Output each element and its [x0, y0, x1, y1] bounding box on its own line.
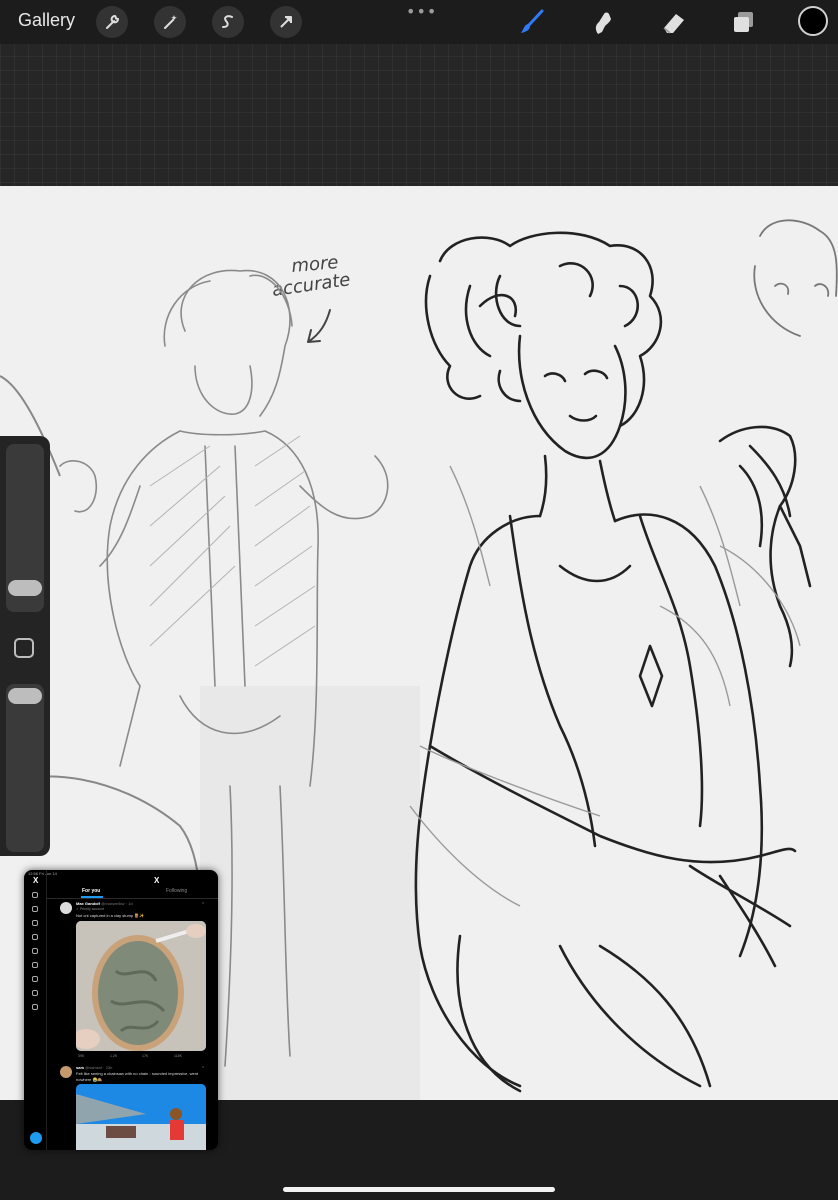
smudge-icon[interactable] [589, 8, 617, 36]
magic-wand-icon[interactable] [154, 6, 186, 38]
search-icon[interactable] [32, 906, 38, 912]
brush-icon[interactable] [518, 8, 546, 36]
bookmarks-icon[interactable] [32, 962, 38, 968]
picture-in-picture-window[interactable]: 12:56 Fri Jun 14 X X For you Following M… [24, 870, 218, 1150]
avatar[interactable] [60, 902, 72, 914]
opacity-slider[interactable] [6, 684, 44, 852]
reply-count[interactable]: 395 [78, 1054, 84, 1058]
lists-icon[interactable] [32, 976, 38, 982]
grok-icon[interactable] [32, 948, 38, 954]
post-more-icon[interactable]: × [202, 1064, 204, 1069]
post-actions: 395 1.2K 17K 118K [76, 1054, 206, 1060]
messages-icon[interactable] [32, 934, 38, 940]
x-logo-header-icon: X [154, 876, 160, 885]
post-author: sam @samsof · 23h [76, 1065, 113, 1070]
pip-nav-rail [24, 870, 47, 1150]
profile-icon[interactable] [32, 990, 38, 996]
repost-count[interactable]: 1.2K [110, 1054, 117, 1058]
view-count[interactable]: 118K [174, 1054, 182, 1058]
post-text-line1: Felt like seeing a chainsaw with no chai… [76, 1071, 199, 1076]
more-options-icon[interactable]: ••• [406, 2, 437, 21]
top-toolbar: Gallery ••• [0, 0, 838, 44]
transform-arrow-icon[interactable] [270, 6, 302, 38]
avatar[interactable] [60, 1066, 72, 1078]
post-text-line2: nowhere 😭🙈 [76, 1077, 103, 1082]
post-image[interactable] [76, 1084, 206, 1150]
post-image[interactable] [76, 921, 206, 1051]
notifications-icon[interactable] [32, 920, 38, 926]
eraser-icon[interactable] [660, 8, 688, 36]
post-subtitle: ✓ Priority account [76, 907, 105, 911]
brush-size-slider[interactable] [6, 444, 44, 612]
brush-sidebar [0, 436, 50, 856]
tabs-divider [46, 898, 218, 899]
more-circle-icon[interactable] [32, 1004, 38, 1010]
layers-icon[interactable] [730, 8, 758, 36]
tab-following[interactable]: Following [166, 888, 187, 894]
opacity-handle[interactable] [8, 688, 42, 704]
like-count[interactable]: 17K [142, 1054, 148, 1058]
home-indicator [283, 1187, 555, 1192]
tab-for-you[interactable]: For you [82, 888, 100, 894]
wrench-icon[interactable] [96, 6, 128, 38]
brush-size-handle[interactable] [8, 580, 42, 596]
post-text: Not cnt captured in a clay stump 🪵✨ [76, 913, 145, 918]
post-more-icon[interactable]: × [202, 900, 204, 905]
compose-button[interactable] [30, 1132, 42, 1144]
color-picker-swatch[interactable] [798, 6, 828, 36]
post-author: Max Gandolf @maxwellcw · 1d [76, 901, 133, 906]
modify-button[interactable] [14, 638, 34, 658]
x-logo-icon: X [33, 876, 39, 885]
selection-s-icon[interactable] [212, 6, 244, 38]
home-icon[interactable] [32, 892, 38, 898]
gallery-button[interactable]: Gallery [18, 10, 75, 31]
